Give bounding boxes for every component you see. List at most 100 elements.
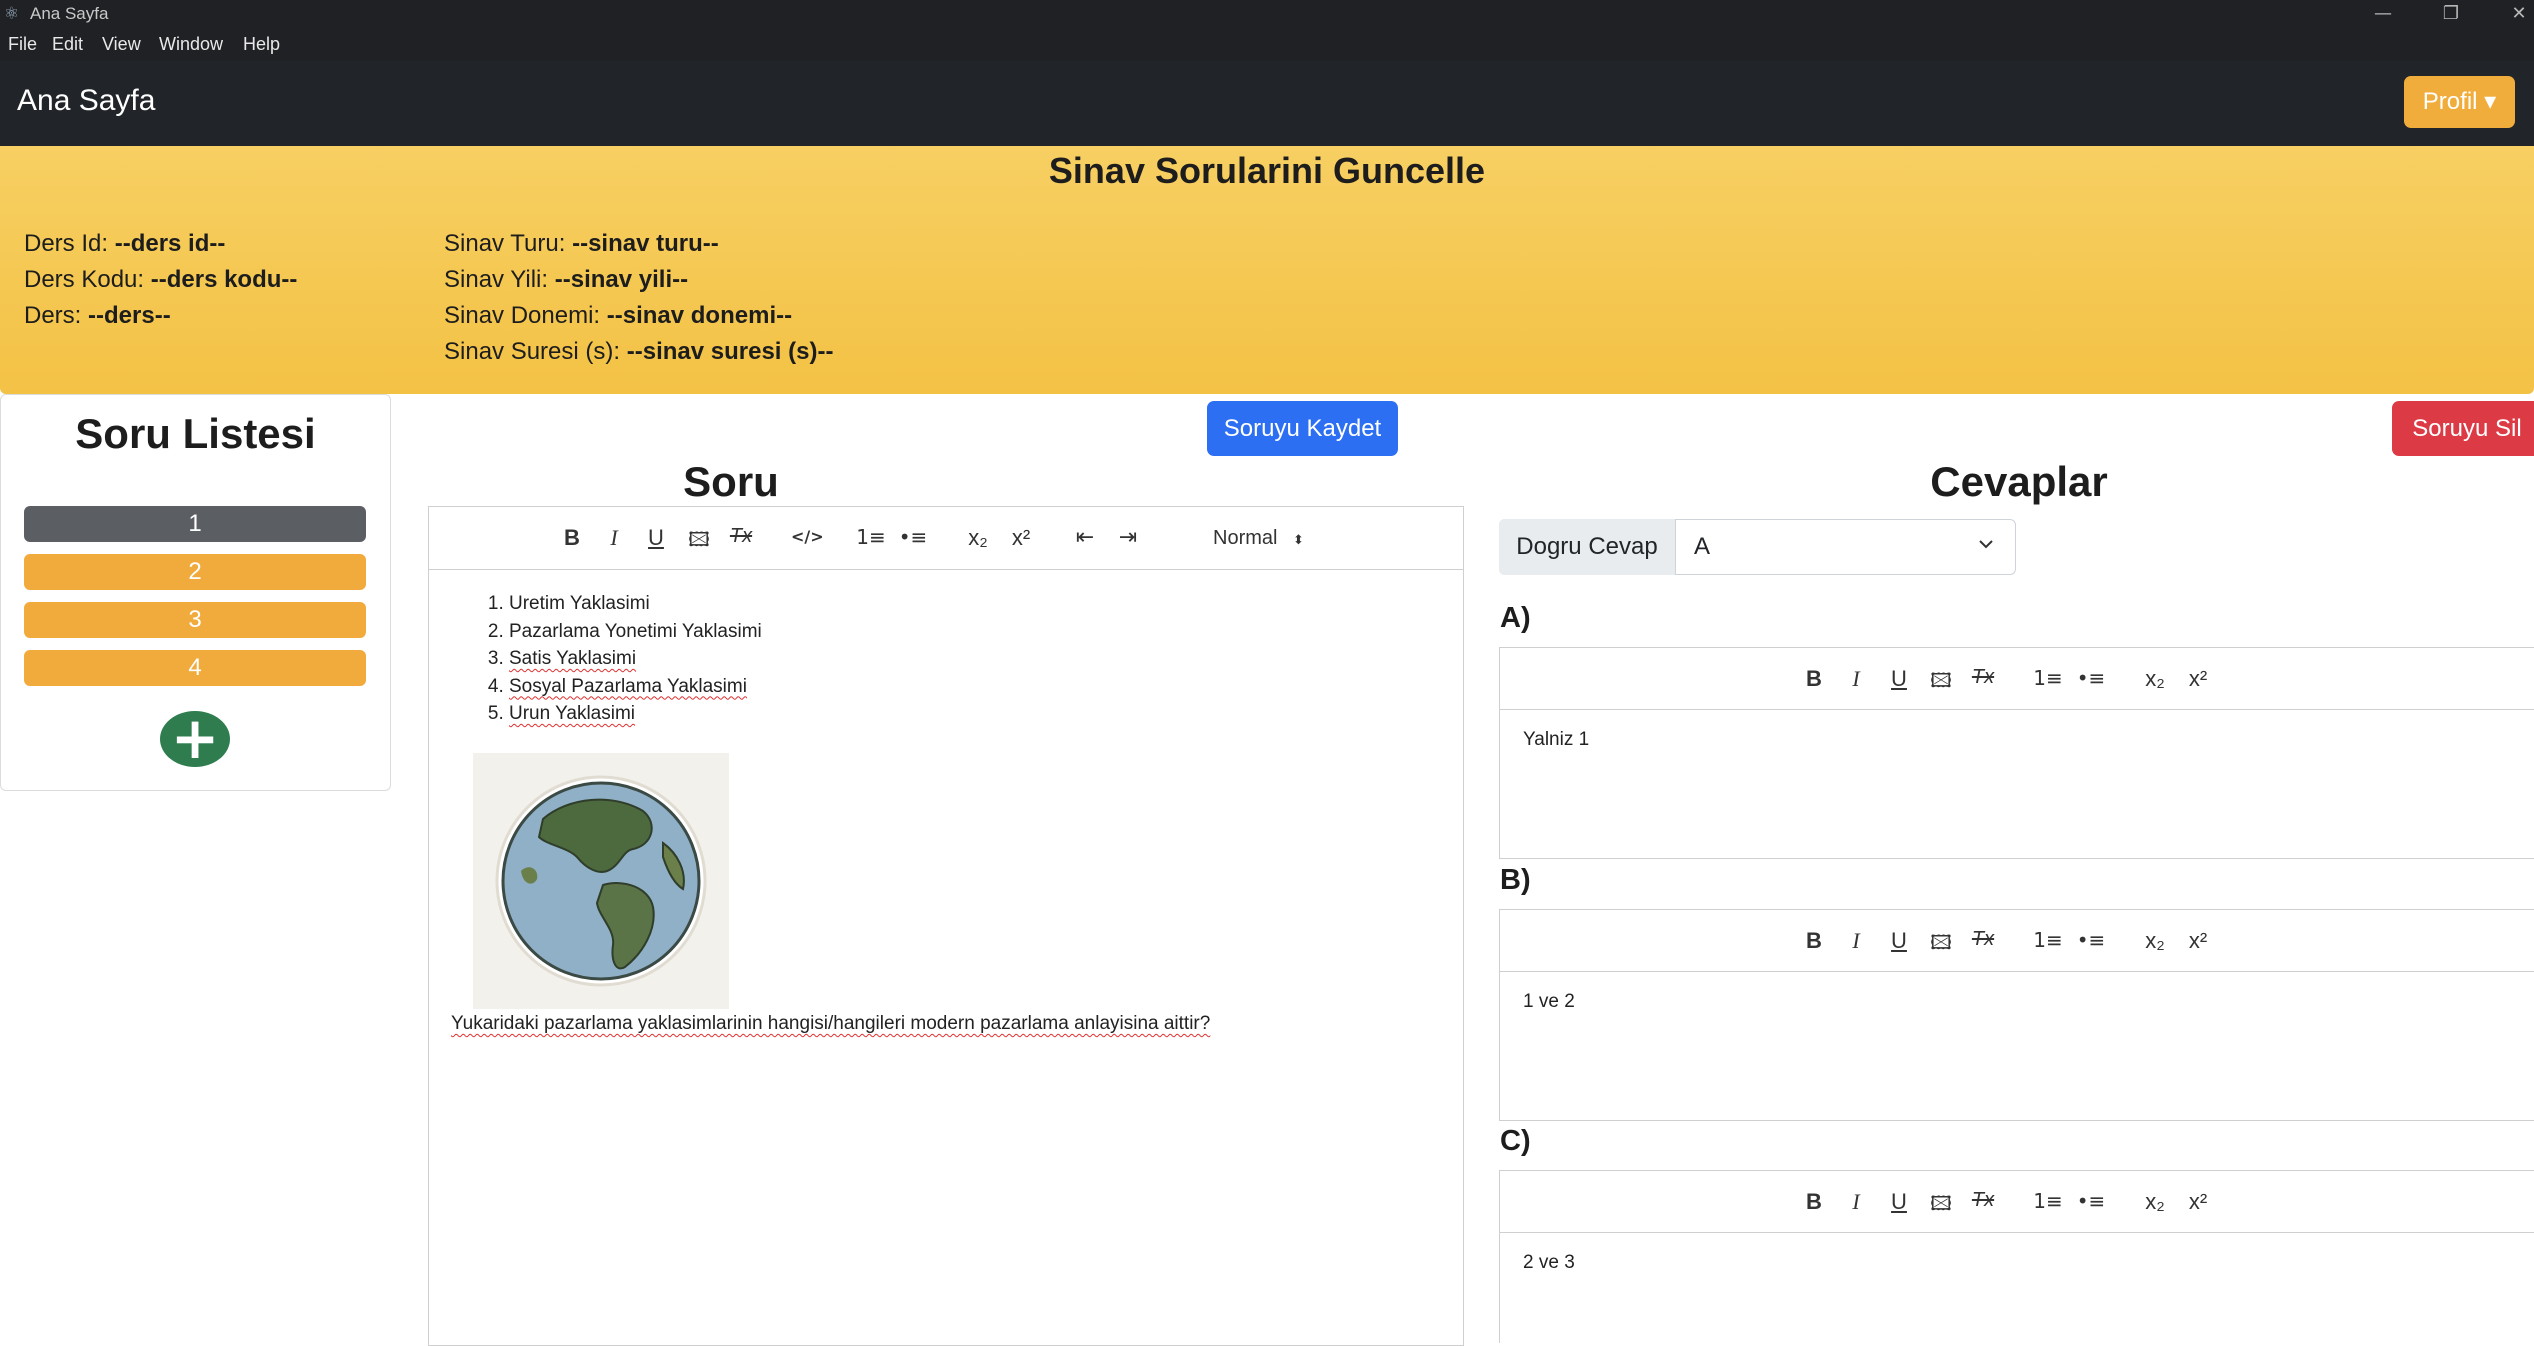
clear-format-icon[interactable]: Tx: [1968, 1189, 1998, 1212]
add-question-button[interactable]: +: [160, 709, 230, 767]
ders-label: Ders:: [24, 302, 82, 329]
bold-icon[interactable]: B: [557, 525, 587, 551]
ordered-list-icon[interactable]: 1≡: [856, 525, 886, 549]
italic-icon[interactable]: I: [1841, 666, 1871, 692]
bullet-list-icon[interactable]: •≡: [2076, 666, 2106, 690]
superscript-icon[interactable]: x²: [1006, 525, 1036, 551]
question-item-3[interactable]: 3: [24, 602, 366, 638]
italic-icon[interactable]: I: [599, 525, 629, 551]
chevron-down-icon[interactable]: [1977, 535, 1995, 558]
sinav-turu-label: Sinav Turu:: [444, 230, 566, 257]
sinav-suresi-label: Sinav Suresi (s):: [444, 338, 621, 365]
bold-icon[interactable]: B: [1799, 928, 1829, 954]
sinav-suresi-value: --sinav suresi (s)--: [626, 338, 834, 365]
menu-bar: File Edit View Window Help: [0, 29, 2534, 61]
menu-file[interactable]: File: [8, 34, 37, 55]
bullet-list-icon[interactable]: •≡: [2076, 928, 2106, 952]
option-a-toolbar: B I U 🖾 Tx 1≡ •≡ x₂ x²: [1499, 648, 2534, 710]
sinav-yili-value: --sinav yili--: [554, 266, 689, 293]
code-icon[interactable]: </>: [791, 527, 824, 546]
sinav-turu-value: --sinav turu--: [572, 230, 719, 257]
underline-icon[interactable]: U: [1884, 1189, 1914, 1215]
superscript-icon[interactable]: x²: [2183, 666, 2213, 692]
window-title-bar: ⚛ Ana Sayfa — ❐ ✕: [0, 0, 2534, 29]
sinav-donemi-value: --sinav donemi--: [606, 302, 793, 329]
subscript-icon[interactable]: x₂: [2140, 928, 2170, 954]
option-b-toolbar: B I U 🖾 Tx 1≡ •≡ x₂ x²: [1499, 910, 2534, 972]
list-item: Pazarlama Yonetimi Yaklasimi: [509, 618, 1432, 646]
menu-help[interactable]: Help: [243, 34, 280, 55]
question-item-4[interactable]: 4: [24, 650, 366, 686]
underline-icon[interactable]: U: [641, 525, 671, 551]
option-b-label: B): [1500, 864, 1531, 896]
delete-question-button[interactable]: Soruyu Sil: [2392, 401, 2534, 456]
menu-window[interactable]: Window: [159, 34, 223, 55]
clear-format-icon[interactable]: Tx: [1968, 666, 1998, 689]
list-item: Sosyal Pazarlama Yaklasimi: [509, 673, 1432, 701]
indent-icon[interactable]: ⇥: [1113, 525, 1143, 550]
option-c-toolbar: B I U 🖾 Tx 1≡ •≡ x₂ x²: [1499, 1171, 2534, 1233]
bullet-list-icon[interactable]: •≡: [2076, 1189, 2106, 1213]
list-item: Urun Yaklasimi: [509, 700, 1432, 728]
navbar-brand[interactable]: Ana Sayfa: [17, 84, 155, 118]
question-editor-content[interactable]: Uretim Yaklasimi Pazarlama Yonetimi Yakl…: [452, 590, 1432, 728]
profile-dropdown-button[interactable]: Profil ▾: [2404, 76, 2515, 128]
ders-info: Ders: --ders--: [24, 302, 171, 330]
outdent-icon[interactable]: ⇤: [1070, 525, 1100, 550]
sinav-donemi-info: Sinav Donemi: --sinav donemi--: [444, 302, 792, 330]
option-b-text[interactable]: 1 ve 2: [1523, 991, 1575, 1013]
navbar: [0, 61, 2534, 146]
question-option-list: Uretim Yaklasimi Pazarlama Yonetimi Yakl…: [452, 590, 1432, 728]
sinav-yili-label: Sinav Yili:: [444, 266, 549, 293]
ders-kodu-value: --ders kodu--: [150, 266, 298, 293]
image-icon[interactable]: 🖾: [684, 525, 714, 559]
minimize-icon[interactable]: —: [2370, 1, 2396, 27]
option-c-label: C): [1500, 1125, 1531, 1157]
image-icon[interactable]: 🖾: [1926, 1189, 1956, 1223]
correct-answer-select[interactable]: A: [1677, 519, 2015, 575]
bold-icon[interactable]: B: [1799, 666, 1829, 692]
subscript-icon[interactable]: x₂: [2140, 1189, 2170, 1215]
underline-icon[interactable]: U: [1884, 666, 1914, 692]
menu-view[interactable]: View: [102, 34, 141, 55]
question-item-1[interactable]: 1: [24, 506, 366, 542]
subscript-icon[interactable]: x₂: [2140, 666, 2170, 692]
italic-icon[interactable]: I: [1841, 1189, 1871, 1215]
option-a-label: A): [1500, 602, 1531, 634]
ordered-list-icon[interactable]: 1≡: [2033, 928, 2063, 952]
answers-section-title: Cevaplar: [1930, 458, 2108, 505]
globe-icon: [495, 775, 707, 987]
bold-icon[interactable]: B: [1799, 1189, 1829, 1215]
ordered-list-icon[interactable]: 1≡: [2033, 666, 2063, 690]
ders-id-value: --ders id--: [114, 230, 226, 257]
clear-format-icon[interactable]: Tx: [1968, 928, 1998, 951]
clear-format-icon[interactable]: Tx: [726, 525, 756, 548]
underline-icon[interactable]: U: [1884, 928, 1914, 954]
menu-edit[interactable]: Edit: [52, 34, 83, 55]
restore-icon[interactable]: ❐: [2438, 1, 2464, 27]
heading-select-value: Normal: [1213, 527, 1278, 549]
globe-image: [473, 753, 729, 1009]
bullet-list-icon[interactable]: •≡: [898, 525, 928, 549]
option-a-text[interactable]: Yalniz 1: [1523, 729, 1589, 751]
image-icon[interactable]: 🖾: [1926, 666, 1956, 700]
superscript-icon[interactable]: x²: [2183, 1189, 2213, 1215]
ordered-list-icon[interactable]: 1≡: [2033, 1189, 2063, 1213]
save-question-button[interactable]: Soruyu Kaydet: [1207, 401, 1398, 456]
ders-kodu-label: Ders Kodu:: [24, 266, 145, 293]
italic-icon[interactable]: I: [1841, 928, 1871, 954]
correct-answer-label: Dogru Cevap: [1499, 519, 1676, 575]
chevron-updown-icon: ⬍: [1293, 533, 1304, 548]
list-item: Uretim Yaklasimi: [509, 590, 1432, 618]
question-item-2[interactable]: 2: [24, 554, 366, 590]
heading-select[interactable]: Normal ⬍: [1213, 527, 1304, 550]
subscript-icon[interactable]: x₂: [963, 525, 993, 551]
close-icon[interactable]: ✕: [2506, 1, 2532, 27]
superscript-icon[interactable]: x²: [2183, 928, 2213, 954]
image-icon[interactable]: 🖾: [1926, 928, 1956, 962]
window-title: Ana Sayfa: [30, 4, 109, 23]
correct-answer-value: A: [1694, 533, 1711, 560]
question-section-title: Soru: [683, 458, 779, 505]
app-icon: ⚛: [4, 4, 20, 24]
option-c-text[interactable]: 2 ve 3: [1523, 1252, 1575, 1274]
